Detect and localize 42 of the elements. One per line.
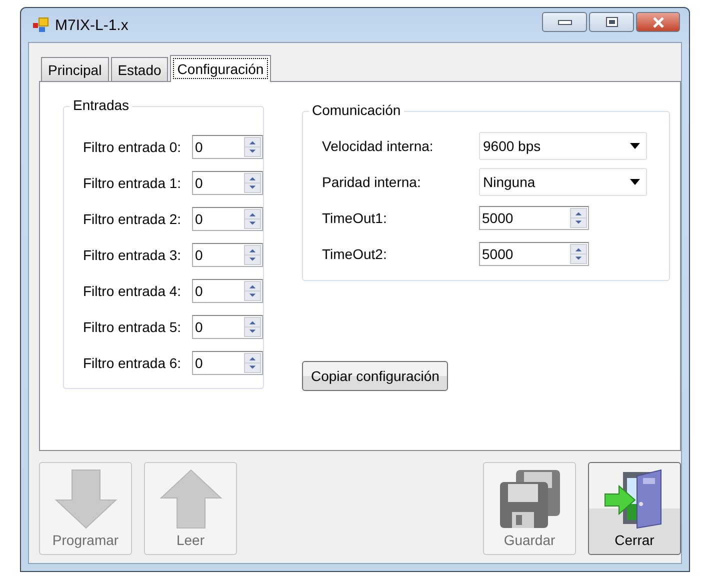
group-title: Comunicación: [309, 102, 404, 118]
field-label: Paridad interna:: [322, 174, 422, 190]
spin-arrows-icon[interactable]: [570, 244, 587, 264]
maximize-icon: [606, 17, 618, 27]
field-label: Filtro entrada 6:: [83, 355, 182, 371]
action-button[interactable]: Cerrar: [588, 462, 681, 555]
field-label: Filtro entrada 2:: [83, 211, 182, 227]
dropdown-caret-icon: [630, 143, 640, 149]
tab[interactable]: Principal: [41, 57, 109, 81]
spin-arrows-icon[interactable]: [244, 281, 261, 301]
copy-config-button[interactable]: Copiar configuración: [302, 361, 448, 391]
field-label: Filtro entrada 3:: [83, 247, 182, 263]
app-icon: [33, 17, 49, 33]
dropdown-caret-icon: [630, 179, 640, 185]
group-title: Entradas: [70, 97, 132, 113]
close-button[interactable]: [636, 12, 680, 32]
dropdown[interactable]: Ninguna: [479, 168, 647, 196]
tab[interactable]: Estado: [110, 57, 168, 81]
minimize-button[interactable]: [542, 12, 587, 32]
window-title: M7IX-L-1.x: [55, 16, 130, 34]
field-label: Filtro entrada 5:: [83, 319, 182, 335]
spin-arrows-icon[interactable]: [244, 353, 261, 373]
field-label: TimeOut1:: [322, 210, 388, 226]
maximize-button[interactable]: [589, 12, 634, 32]
field-label: Velocidad interna:: [322, 138, 434, 154]
up-arrow-icon: [158, 468, 222, 530]
tab[interactable]: Configuración: [170, 55, 271, 82]
field-label: Filtro entrada 1:: [83, 175, 182, 191]
spin-arrows-icon[interactable]: [244, 173, 261, 193]
field-label: Filtro entrada 0:: [83, 139, 182, 155]
spin-arrows-icon[interactable]: [244, 317, 261, 337]
down-arrow-icon: [54, 468, 118, 530]
dropdown[interactable]: 9600 bps: [479, 132, 647, 160]
spin-arrows-icon[interactable]: [570, 208, 587, 228]
floppy-disks-icon: [498, 468, 562, 530]
minimize-icon: [558, 20, 572, 24]
spin-arrows-icon[interactable]: [244, 209, 261, 229]
close-icon: [652, 16, 664, 28]
spin-arrows-icon[interactable]: [244, 137, 261, 157]
field-label: Filtro entrada 4:: [83, 283, 182, 299]
spin-arrows-icon[interactable]: [244, 245, 261, 265]
field-label: TimeOut2:: [322, 246, 388, 262]
